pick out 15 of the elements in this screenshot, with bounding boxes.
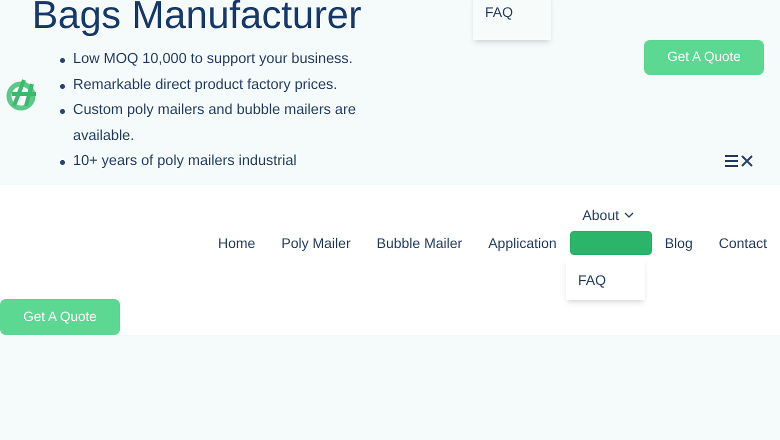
- nav-link[interactable]: Contact: [718, 232, 767, 254]
- nav-link[interactable]: Poly Mailer: [281, 232, 351, 254]
- bullet-text: 10+ years of poly mailers industrial: [73, 152, 297, 171]
- nav-link[interactable]: Bubble Mailer: [376, 232, 462, 254]
- menu-icon[interactable]: [724, 154, 754, 168]
- nav-link[interactable]: Application: [488, 232, 557, 254]
- bullet-text: Low MOQ 10,000 to support your business.: [73, 50, 353, 69]
- nav-link[interactable]: About: [582, 199, 634, 231]
- nav-link[interactable]: Blog: [664, 232, 693, 254]
- menu-item[interactable]: FAQ: [578, 270, 606, 291]
- bullet-text: Remarkable direct product factory prices.: [73, 76, 338, 94]
- chevron-down-icon: [624, 212, 634, 218]
- nav-link[interactable]: Home: [218, 232, 256, 254]
- bullet-text: Custom poly mailers and bubble mailers are available.: [73, 101, 357, 146]
- menu-item[interactable]: FAQ: [485, 2, 514, 23]
